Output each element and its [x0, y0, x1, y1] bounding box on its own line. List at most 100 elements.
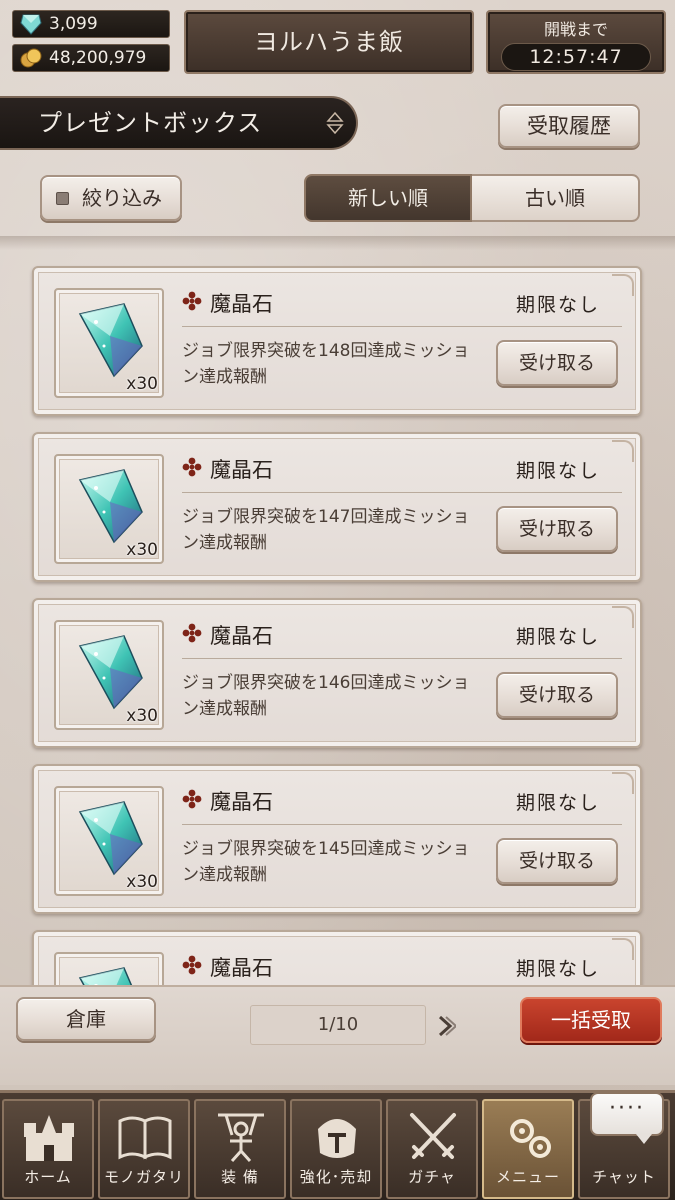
claim-button[interactable]: 受け取る: [496, 506, 618, 552]
present-card: x30 魔晶石 期限なし ジョブ限界突破を148回達成ミッション達成報酬 受け取…: [32, 266, 642, 416]
item-name: 魔晶石: [182, 952, 273, 982]
item-description: ジョブ限界突破を147回達成ミッション達成報酬: [182, 507, 470, 553]
card-corner-ornament: [612, 440, 634, 462]
sort-newest-button[interactable]: 新しい順: [304, 174, 472, 222]
item-deadline: 期限なし: [515, 294, 600, 316]
card-corner-ornament: [612, 938, 634, 960]
item-name: 魔晶石: [182, 288, 273, 318]
card-corner-ornament: [612, 606, 634, 628]
item-bullet-icon: [182, 291, 202, 311]
gem-icon: [20, 14, 42, 35]
battle-timer: 開戦まで 12:57:47: [486, 10, 666, 74]
item-name: 魔晶石: [182, 786, 273, 816]
claim-button[interactable]: 受け取る: [496, 838, 618, 884]
receive-history-button[interactable]: 受取履歴: [498, 104, 640, 148]
tab-label: 装 備: [221, 1168, 259, 1186]
filter-label: 絞り込み: [82, 186, 162, 210]
tab-puppet[interactable]: 装 備: [194, 1099, 286, 1199]
claim-button[interactable]: 受け取る: [496, 340, 618, 386]
item-name-text: 魔晶石: [210, 790, 273, 814]
item-thumbnail[interactable]: x30: [54, 952, 164, 985]
tab-label: 強化･売却: [299, 1168, 373, 1186]
tab-helmet[interactable]: 強化･売却: [290, 1099, 382, 1199]
puppet-icon: [218, 1113, 264, 1163]
bulk-claim-button[interactable]: 一括受取: [520, 997, 662, 1043]
tab-label: モノガタリ: [103, 1168, 184, 1186]
present-card: x30 魔晶石 期限なし ジョブ限界突破を147回達成ミッション達成報酬 受け取…: [32, 432, 642, 582]
next-page-icon[interactable]: [436, 1015, 456, 1037]
sort-toggle-group: 新しい順 古い順: [304, 174, 640, 222]
item-bullet-icon: [182, 457, 202, 477]
tab-book[interactable]: モノガタリ: [98, 1099, 190, 1199]
page-title-text: プレゼントボックス: [38, 109, 263, 137]
page-title: プレゼントボックス: [0, 96, 358, 150]
crossed-swords-icon: [410, 1113, 456, 1159]
guild-name: ヨルハうま飯: [254, 28, 404, 56]
guild-name-plate[interactable]: ヨルハうま飯: [184, 10, 474, 74]
chat-bubble-icon[interactable]: ····: [590, 1092, 664, 1144]
header-divider: [0, 236, 675, 250]
tab-crossed-swords[interactable]: ガチャ: [386, 1099, 478, 1199]
card-corner-ornament: [612, 274, 634, 296]
claim-button[interactable]: 受け取る: [496, 672, 618, 718]
footer-bar: 倉庫 1/10 一括受取: [0, 985, 675, 1085]
item-bullet-icon: [182, 623, 202, 643]
magic-crystal-icon: [78, 635, 143, 710]
item-deadline: 期限なし: [515, 626, 600, 648]
present-list[interactable]: x30 魔晶石 期限なし ジョブ限界突破を148回達成ミッション達成報酬 受け取…: [0, 260, 675, 985]
item-quantity: x30: [126, 374, 158, 394]
item-deadline: 期限なし: [515, 460, 600, 482]
gold-counter: 48,200,979: [12, 44, 170, 72]
item-name-text: 魔晶石: [210, 624, 273, 648]
magic-crystal-icon: [78, 469, 143, 544]
item-deadline: 期限なし: [515, 958, 600, 980]
item-thumbnail[interactable]: x30: [54, 288, 164, 398]
item-description: ジョブ限界突破を148回達成ミッション達成報酬: [182, 341, 470, 387]
tab-label: チャット: [592, 1168, 656, 1186]
tab-gears[interactable]: メニュー: [482, 1099, 574, 1199]
sort-toggle-icon[interactable]: [326, 111, 344, 135]
warehouse-button[interactable]: 倉庫: [16, 997, 156, 1041]
item-thumbnail[interactable]: x30: [54, 786, 164, 896]
card-divider: [182, 824, 622, 825]
timer-value: 12:57:47: [501, 43, 651, 71]
item-quantity: x30: [126, 706, 158, 726]
item-quantity: x30: [126, 872, 158, 892]
card-divider: [182, 658, 622, 659]
card-divider: [182, 326, 622, 327]
card-divider: [182, 492, 622, 493]
item-name-text: 魔晶石: [210, 458, 273, 482]
magic-crystal-icon: [78, 303, 143, 378]
helmet-icon: [318, 1119, 356, 1158]
item-thumbnail[interactable]: x30: [54, 620, 164, 730]
gears-icon: [510, 1119, 551, 1158]
filter-button[interactable]: 絞り込み: [40, 175, 182, 221]
book-icon: [118, 1116, 172, 1160]
top-bar: 3,099 48,200,979 ヨルハうま飯 開戦まで 12:57:47: [0, 0, 675, 80]
card-corner-ornament: [612, 772, 634, 794]
magic-crystal-icon: [78, 967, 133, 985]
filter-checkbox-icon: [56, 192, 69, 205]
sort-oldest-button[interactable]: 古い順: [472, 174, 640, 222]
item-quantity: x30: [126, 540, 158, 560]
page-indicator: 1/10: [250, 1005, 426, 1045]
tab-label: ガチャ: [408, 1168, 456, 1186]
item-bullet-icon: [182, 955, 202, 975]
present-card: x30 魔晶石 期限なし ジョブ限界突破を146回達成ミッション達成報酬 受け取…: [32, 598, 642, 748]
item-name-text: 魔晶石: [210, 292, 273, 316]
tab-label: メニュー: [495, 1168, 560, 1186]
item-description: ジョブ限界突破を146回達成ミッション達成報酬: [182, 673, 470, 719]
gold-coins-icon: [20, 48, 42, 68]
item-thumbnail[interactable]: x30: [54, 454, 164, 564]
gem-count: 3,099: [49, 14, 98, 34]
gem-counter: 3,099: [12, 10, 170, 38]
timer-label: 開戦まで: [543, 20, 608, 39]
item-name-text: 魔晶石: [210, 956, 273, 980]
present-card: x30 魔晶石 期限なし 受け取る: [32, 930, 642, 985]
bottom-tab-bar: ホーム モノガタリ 装 備 強化･売却 ガチャ メニュー チャット: [0, 1090, 675, 1200]
tab-castle[interactable]: ホーム: [2, 1099, 94, 1199]
castle-icon: [24, 1115, 74, 1161]
present-card: x30 魔晶石 期限なし ジョブ限界突破を145回達成ミッション達成報酬 受け取…: [32, 764, 642, 914]
item-deadline: 期限なし: [515, 792, 600, 814]
tab-label: ホーム: [24, 1168, 72, 1186]
